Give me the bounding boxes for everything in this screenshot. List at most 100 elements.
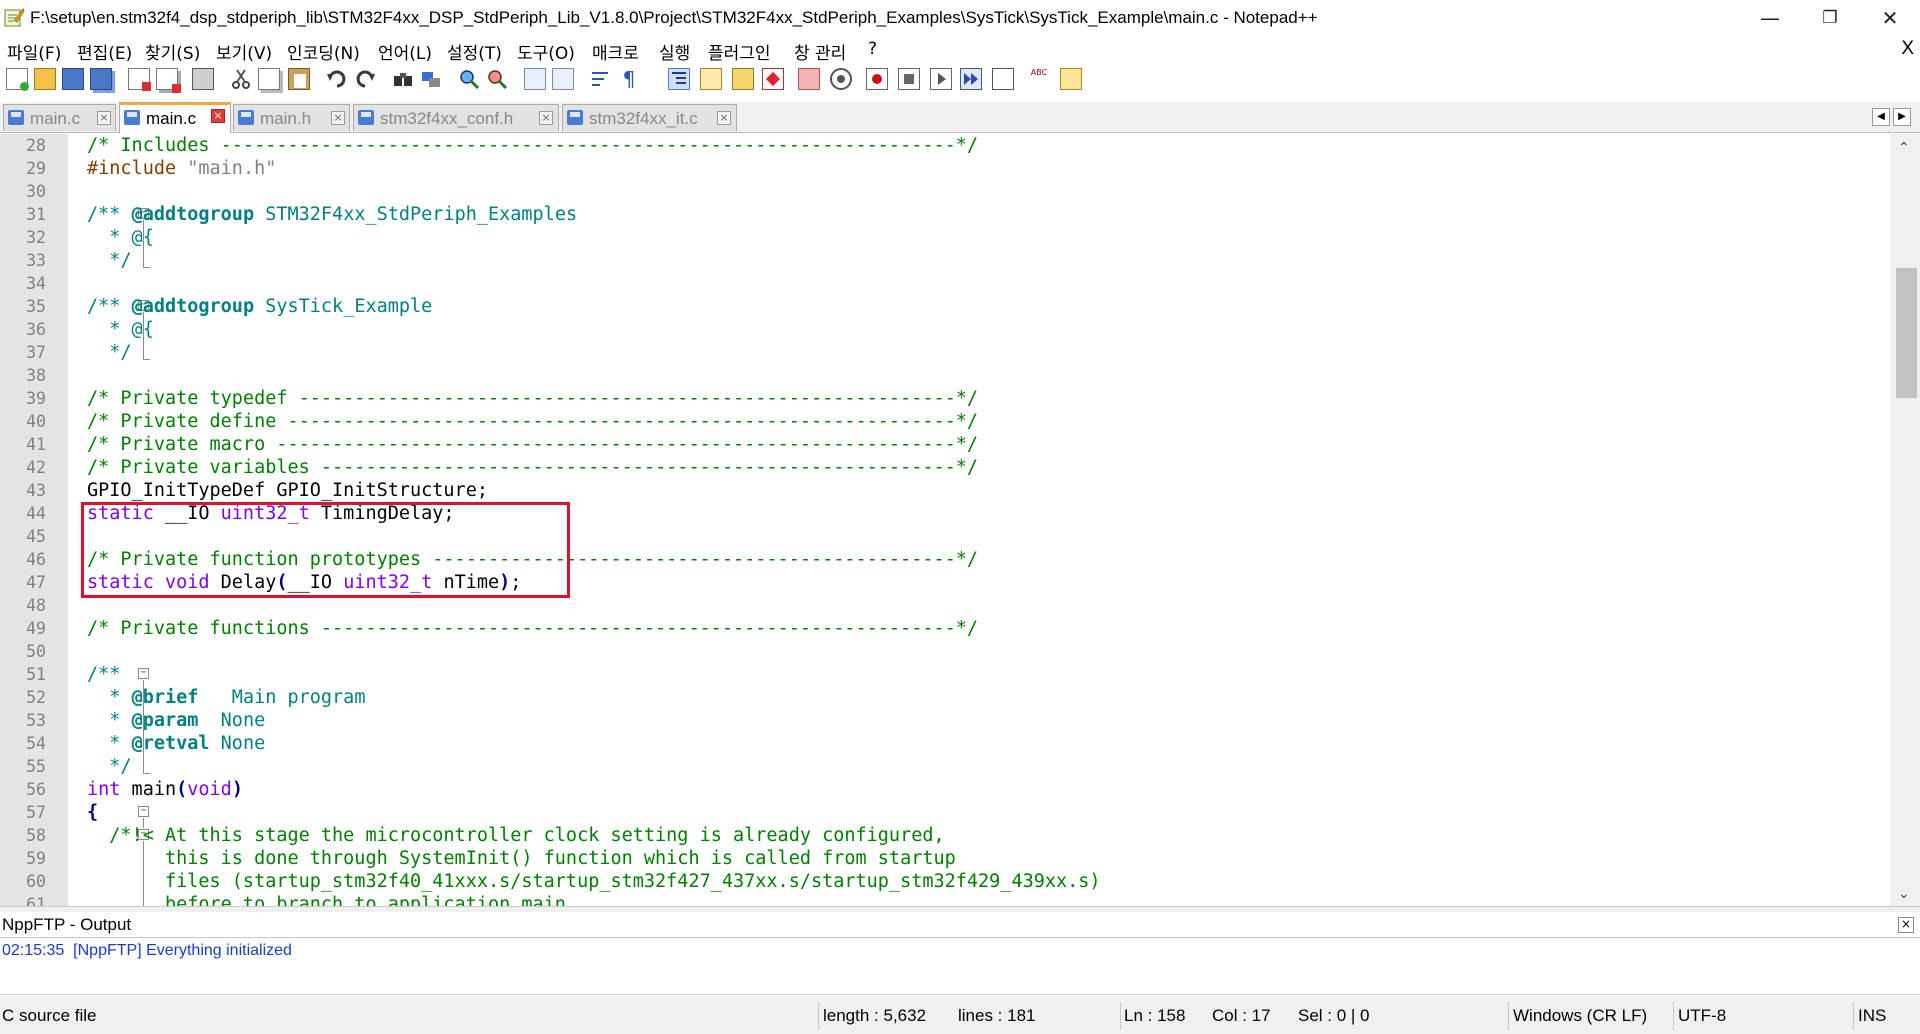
- word-wrap-icon[interactable]: [590, 68, 612, 90]
- menu-macro[interactable]: 매크로: [592, 39, 639, 64]
- macro-stop-icon[interactable]: [898, 68, 920, 90]
- menu-file[interactable]: 파일(F): [7, 39, 61, 64]
- code-line[interactable]: 34: [0, 272, 1880, 295]
- code-line[interactable]: 36 * @{: [0, 318, 1880, 341]
- new-file-icon[interactable]: [6, 68, 29, 91]
- output-close-icon[interactable]: ×: [1898, 917, 1914, 933]
- tab-scroll-right-icon[interactable]: ▶: [1893, 108, 1911, 126]
- menu-edit[interactable]: 편집(E): [77, 39, 132, 64]
- menu-encoding[interactable]: 인코딩(N): [287, 39, 360, 64]
- code-editor[interactable]: − − − − − 28/* Includes ----------------…: [0, 134, 1920, 906]
- code-line[interactable]: 61 before to branch to application main.: [0, 893, 1880, 906]
- code-line[interactable]: 50: [0, 640, 1880, 663]
- zoom-out-icon[interactable]: [486, 68, 508, 90]
- open-file-icon[interactable]: [34, 68, 56, 90]
- menu-language[interactable]: 언어(L): [378, 39, 432, 64]
- output-panel[interactable]: 02:15:35 [NppFTP] Everything initialized: [0, 938, 1920, 995]
- folder-workspace-icon[interactable]: [762, 68, 784, 90]
- menu-search[interactable]: 찾기(S): [145, 39, 200, 64]
- paste-icon[interactable]: [288, 68, 310, 90]
- code-line[interactable]: 29 #include "main.h": [0, 157, 1880, 180]
- print-icon[interactable]: [192, 68, 214, 90]
- menu-view[interactable]: 보기(V): [216, 39, 272, 64]
- code-line[interactable]: 51 /**: [0, 663, 1880, 686]
- doc-map-icon[interactable]: [700, 68, 722, 90]
- sync-horizontal-icon[interactable]: [552, 68, 574, 90]
- tab-stm32f4xx-it-c[interactable]: stm32f4xx_it.c ×: [562, 104, 737, 131]
- tab-close-icon[interactable]: ×: [97, 111, 111, 125]
- status-encoding[interactable]: UTF-8: [1678, 1006, 1726, 1026]
- close-window-button[interactable]: ✕: [1860, 0, 1920, 36]
- show-all-chars-icon[interactable]: ¶: [618, 68, 640, 90]
- tab-main-c-1[interactable]: main.c ×: [3, 104, 116, 131]
- macro-run-multiple-icon[interactable]: [960, 68, 982, 90]
- monitoring-icon[interactable]: [798, 68, 820, 90]
- macro-record-icon[interactable]: [866, 68, 888, 90]
- code-line[interactable]: 42 /* Private variables -----------------…: [0, 456, 1880, 479]
- code-line[interactable]: 31 /** @addtogroup STM32F4xx_StdPeriph_Ex…: [0, 203, 1880, 226]
- replace-icon[interactable]: [420, 68, 442, 90]
- scroll-up-icon[interactable]: ⌃: [1898, 140, 1910, 156]
- vertical-scrollbar[interactable]: ⌃ ⌄: [1890, 134, 1920, 906]
- restore-button[interactable]: ❐: [1800, 0, 1860, 36]
- code-line[interactable]: 49 /* Private functions -----------------…: [0, 617, 1880, 640]
- menu-run[interactable]: 실행: [659, 39, 690, 64]
- close-document-button[interactable]: X: [1901, 38, 1914, 60]
- menu-tools[interactable]: 도구(O): [517, 39, 575, 64]
- menu-plugins[interactable]: 플러그인: [708, 39, 771, 64]
- sync-vertical-icon[interactable]: [524, 68, 546, 90]
- macro-play-icon[interactable]: [930, 68, 952, 90]
- menu-window[interactable]: 창 관리: [794, 39, 846, 64]
- code-line[interactable]: 54 * @retval None: [0, 732, 1880, 755]
- code-line[interactable]: 59 this is done through SystemInit() fun…: [0, 847, 1880, 870]
- find-icon[interactable]: [392, 68, 414, 90]
- code-line[interactable]: 33 */: [0, 249, 1880, 272]
- spell-check-icon[interactable]: ABC: [1028, 68, 1050, 90]
- code-line[interactable]: 38: [0, 364, 1880, 387]
- code-line[interactable]: 28 /* Includes --------------------------…: [0, 134, 1880, 157]
- close-icon[interactable]: [128, 68, 151, 91]
- code-line[interactable]: 60 files (startup_stm32f40_41xxx.s/start…: [0, 870, 1880, 893]
- code-line[interactable]: 32 * @{: [0, 226, 1880, 249]
- code-line[interactable]: 41 /* Private macro ---------------------…: [0, 433, 1880, 456]
- npp-ftp-icon[interactable]: [1060, 68, 1082, 90]
- macro-record-view-icon[interactable]: [830, 68, 852, 90]
- code-line[interactable]: 53 * @param None: [0, 709, 1880, 732]
- menu-help[interactable]: ?: [868, 39, 877, 59]
- scrollbar-thumb[interactable]: [1896, 268, 1917, 398]
- save-icon[interactable]: [62, 68, 84, 90]
- code-line[interactable]: 58 /*!< At this stage the microcontrolle…: [0, 824, 1880, 847]
- code-line[interactable]: 52 * @brief Main program: [0, 686, 1880, 709]
- code-line[interactable]: 40 /* Private define --------------------…: [0, 410, 1880, 433]
- code-line[interactable]: 35 /** @addtogroup SysTick_Example: [0, 295, 1880, 318]
- minimize-button[interactable]: —: [1740, 0, 1800, 36]
- status-eol[interactable]: Windows (CR LF): [1513, 1006, 1647, 1026]
- tab-close-icon[interactable]: ×: [331, 111, 345, 125]
- tab-close-icon[interactable]: ×: [211, 109, 225, 123]
- code-line[interactable]: 57 {: [0, 801, 1880, 824]
- tab-scroll-left-icon[interactable]: ◀: [1872, 108, 1890, 126]
- code-line[interactable]: 56 int main(void): [0, 778, 1880, 801]
- tab-main-h[interactable]: main.h ×: [233, 104, 350, 131]
- close-all-icon[interactable]: [156, 68, 181, 93]
- save-all-icon[interactable]: [90, 68, 112, 90]
- code-line[interactable]: 43 GPIO_InitTypeDef GPIO_InitStructure;: [0, 479, 1880, 502]
- menu-settings[interactable]: 설정(T): [447, 39, 502, 64]
- cut-icon[interactable]: [230, 68, 252, 90]
- macro-save-icon[interactable]: [992, 68, 1014, 90]
- code-line[interactable]: 55 */: [0, 755, 1880, 778]
- tab-close-icon[interactable]: ×: [539, 111, 553, 125]
- function-list-icon[interactable]: [732, 68, 754, 90]
- indent-guide-icon[interactable]: [668, 68, 690, 90]
- code-line[interactable]: 30: [0, 180, 1880, 203]
- tab-main-c-2[interactable]: main.c ×: [119, 102, 231, 133]
- tab-stm32f4xx-conf-h[interactable]: stm32f4xx_conf.h ×: [353, 104, 559, 131]
- copy-icon[interactable]: [258, 68, 280, 90]
- zoom-in-icon[interactable]: [458, 68, 480, 90]
- code-line[interactable]: 37 */: [0, 341, 1880, 364]
- redo-icon[interactable]: [354, 68, 376, 90]
- undo-icon[interactable]: [326, 68, 348, 90]
- code-line[interactable]: 39 /* Private typedef -------------------…: [0, 387, 1880, 410]
- scroll-down-icon[interactable]: ⌄: [1898, 886, 1910, 902]
- tab-close-icon[interactable]: ×: [717, 111, 731, 125]
